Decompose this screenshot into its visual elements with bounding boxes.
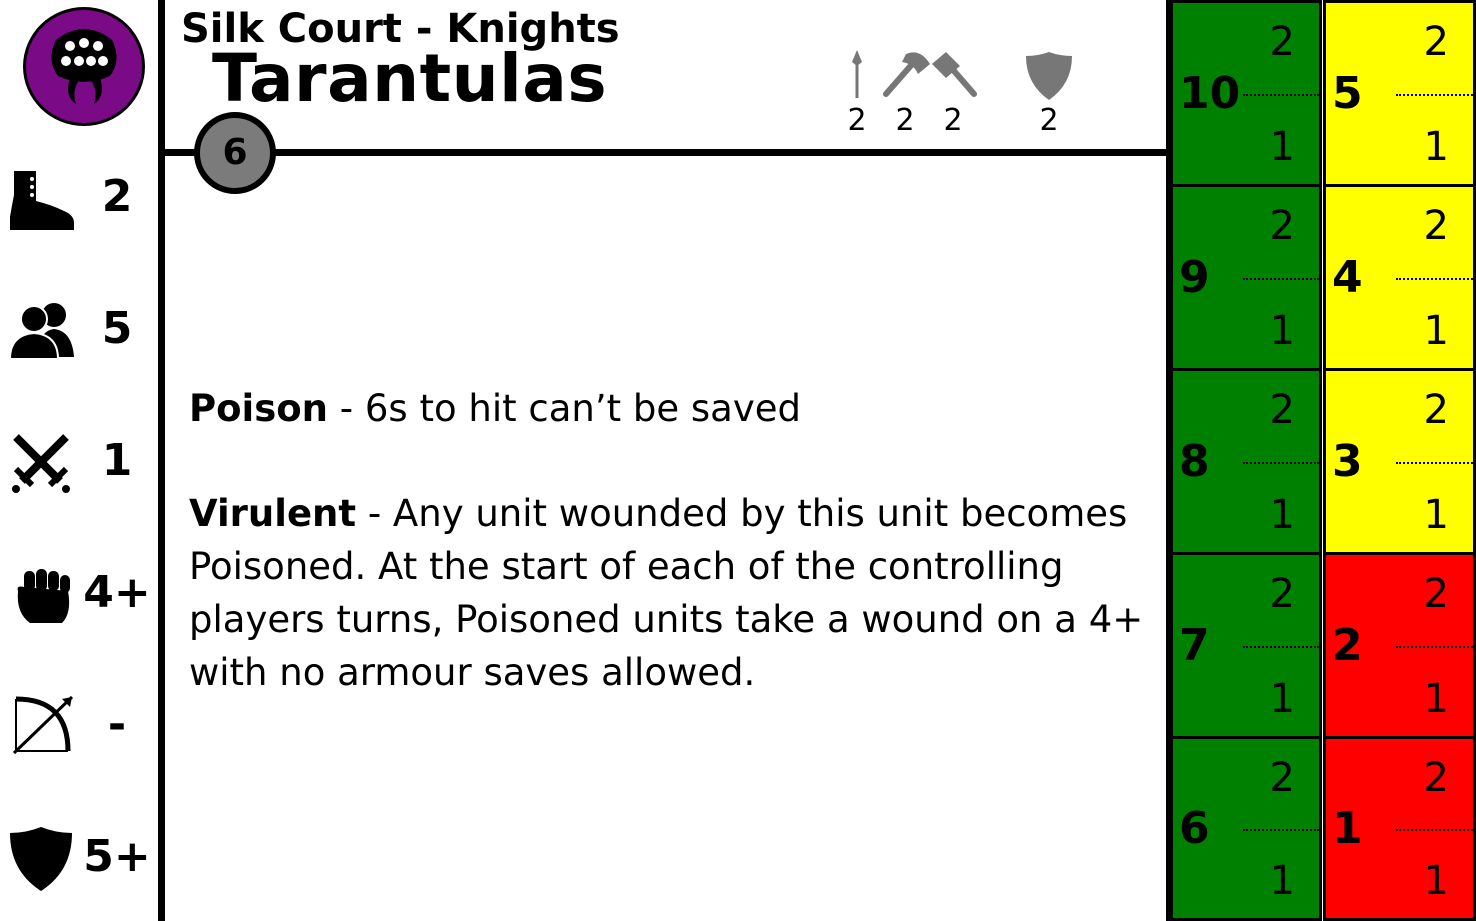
track-divider: [1396, 461, 1473, 464]
track-stat-top: 2: [1423, 571, 1449, 617]
unit-name: Tarantulas: [212, 40, 608, 117]
track-stat-top: 2: [1423, 387, 1449, 433]
wound-track-cell: 9 2 1: [1170, 184, 1322, 371]
rule-name: Virulent: [189, 492, 357, 535]
stat-row-fight: 4+: [0, 553, 158, 633]
wound-track-cell: 8 2 1: [1170, 368, 1322, 555]
weapon-stat-shield: 2: [1039, 103, 1059, 138]
rule-poison: Poison - 6s to hit can’t be saved: [189, 382, 1149, 435]
models-value: 5: [101, 303, 133, 354]
wounds-remaining: 5: [1332, 68, 1363, 119]
rule-text: - 6s to hit can’t be saved: [328, 387, 801, 430]
boot-icon: [10, 171, 74, 230]
fist-icon: [17, 569, 70, 623]
save-value: 5+: [83, 831, 151, 882]
track-stat-top: 2: [1423, 755, 1449, 801]
track-divider: [1243, 645, 1319, 648]
wound-track-cell: 6 2 1: [1170, 736, 1322, 921]
track-divider: [1396, 277, 1473, 280]
wound-track-cell: 2 2 1: [1323, 552, 1476, 739]
attacks-value: 1: [101, 435, 133, 486]
wounds-remaining: 1: [1332, 803, 1363, 854]
shoot-value: -: [107, 699, 127, 750]
track-stat-top: 2: [1269, 203, 1295, 249]
wound-track-cell: 3 2 1: [1323, 368, 1476, 555]
bow-icon: [12, 695, 74, 755]
crossed-swords-icon: [12, 434, 70, 493]
track-stat-bottom: 1: [1269, 492, 1295, 538]
points-badge: 6: [194, 112, 276, 194]
shield-icon: [1026, 52, 1072, 100]
track-stat-bottom: 1: [1269, 308, 1295, 354]
track-stat-bottom: 1: [1423, 858, 1449, 904]
stat-row-save: 5+: [0, 817, 158, 897]
track-divider: [1243, 277, 1319, 280]
left-divider: [158, 0, 165, 921]
wounds-remaining: 4: [1332, 252, 1363, 303]
wound-track-cell: 10 2 1: [1170, 0, 1322, 187]
spear-icon: [852, 50, 862, 98]
wounds-remaining: 2: [1332, 620, 1363, 671]
wounds-remaining: 9: [1179, 252, 1210, 303]
track-divider: [1243, 93, 1319, 96]
stat-row-attacks: 1: [0, 421, 158, 501]
weapon-stat-axe: 2: [895, 103, 915, 138]
stat-row-move: 2: [0, 157, 158, 237]
track-stat-bottom: 1: [1269, 124, 1295, 170]
track-stat-bottom: 1: [1423, 676, 1449, 722]
track-stat-top: 2: [1269, 755, 1295, 801]
track-divider: [1243, 461, 1319, 464]
stat-column: 2 5 1 4+ - 5+: [0, 0, 158, 921]
shield-icon: [10, 827, 72, 891]
hammer-icon: [932, 52, 977, 97]
track-divider: [1243, 828, 1319, 831]
rule-virulent: Virulent - Any unit wounded by this unit…: [189, 487, 1149, 699]
wounds-remaining: 8: [1179, 436, 1210, 487]
wound-track-cell: 5 2 1: [1323, 0, 1476, 187]
wound-track-cell: 7 2 1: [1170, 552, 1322, 739]
header-divider: [165, 149, 1166, 156]
track-stat-bottom: 1: [1423, 492, 1449, 538]
group-icon: [8, 303, 74, 360]
wounds-remaining: 10: [1179, 68, 1241, 119]
fight-value: 4+: [83, 567, 151, 618]
track-stat-top: 2: [1423, 203, 1449, 249]
track-divider: [1396, 828, 1473, 831]
wounds-remaining: 6: [1179, 803, 1210, 854]
track-stat-top: 2: [1423, 19, 1449, 65]
track-divider: [1396, 93, 1473, 96]
track-stat-bottom: 1: [1423, 124, 1449, 170]
weapon-stat-hammer: 2: [943, 103, 963, 138]
spider-face-icon: [23, 7, 145, 126]
track-divider: [1396, 645, 1473, 648]
track-stat-top: 2: [1269, 387, 1295, 433]
wound-track-cell: 4 2 1: [1323, 184, 1476, 371]
stat-row-models: 5: [0, 289, 158, 369]
move-value: 2: [101, 171, 133, 222]
stat-row-shoot: -: [0, 685, 158, 765]
track-stat-top: 2: [1269, 19, 1295, 65]
weapon-stat-spear: 2: [847, 103, 867, 138]
rule-name: Poison: [189, 387, 329, 430]
wounds-remaining: 3: [1332, 436, 1363, 487]
track-stat-top: 2: [1269, 571, 1295, 617]
track-stat-bottom: 1: [1269, 858, 1295, 904]
wounds-remaining: 7: [1179, 620, 1210, 671]
axe-icon: [883, 52, 930, 97]
track-stat-bottom: 1: [1423, 308, 1449, 354]
wound-track-cell: 1 2 1: [1323, 736, 1476, 921]
track-stat-bottom: 1: [1269, 676, 1295, 722]
special-rules: Poison - 6s to hit can’t be saved Virule…: [189, 382, 1149, 751]
